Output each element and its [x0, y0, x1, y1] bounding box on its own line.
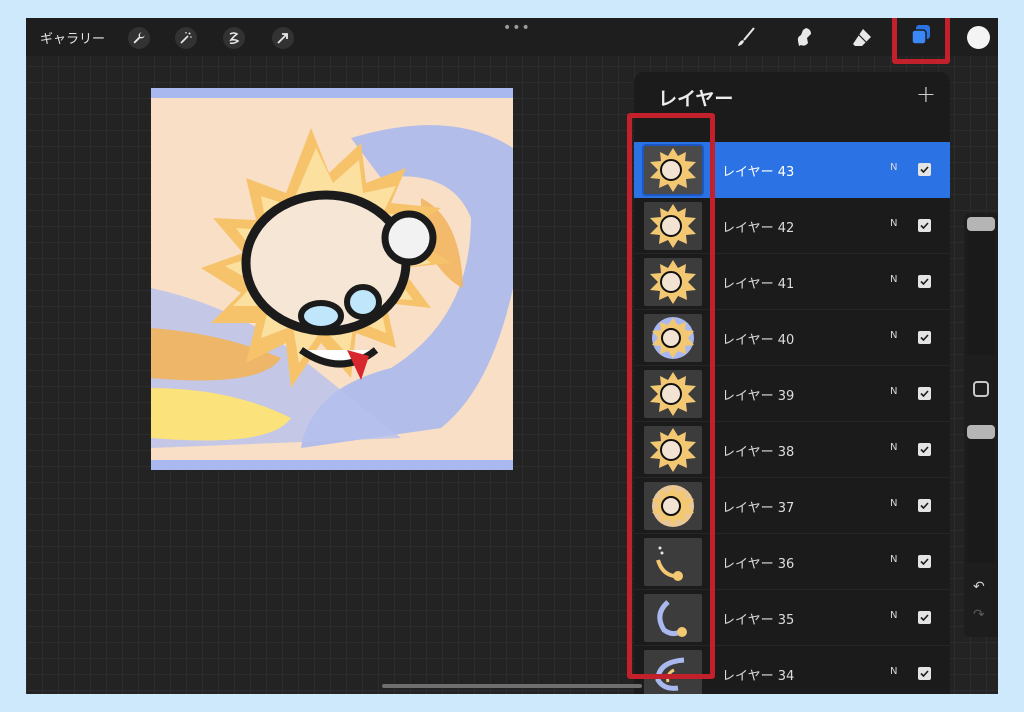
- color-picker-button[interactable]: [967, 26, 990, 49]
- magic-wand-icon[interactable]: [175, 27, 197, 49]
- layer-name: レイヤー 35: [722, 613, 795, 628]
- blend-mode-button[interactable]: N: [890, 330, 897, 341]
- opacity-track[interactable]: [967, 433, 995, 563]
- visibility-checkbox[interactable]: [918, 667, 931, 680]
- opacity-slider[interactable]: [967, 425, 995, 439]
- visibility-checkbox[interactable]: [918, 443, 931, 456]
- redo-icon[interactable]: ↷: [973, 607, 985, 623]
- blend-mode-button[interactable]: N: [890, 386, 897, 397]
- brush-size-slider[interactable]: [967, 217, 995, 231]
- layer-name: レイヤー 38: [722, 445, 795, 460]
- visibility-checkbox[interactable]: [918, 387, 931, 400]
- artwork-image: [151, 88, 513, 470]
- transform-arrow-icon[interactable]: [272, 27, 294, 49]
- layer-name: レイヤー 34: [722, 669, 795, 684]
- add-layer-button[interactable]: +: [916, 80, 936, 108]
- visibility-checkbox[interactable]: [918, 275, 931, 288]
- layer-name: レイヤー 42: [722, 221, 795, 236]
- panel-title: レイヤー: [658, 88, 734, 110]
- blend-mode-button[interactable]: N: [890, 162, 897, 173]
- undo-icon[interactable]: ↶: [973, 579, 985, 595]
- thumbnail-highlight: [627, 113, 715, 679]
- blend-mode-button[interactable]: N: [890, 666, 897, 677]
- visibility-checkbox[interactable]: [918, 611, 931, 624]
- sidebar: ↶ ↷: [964, 213, 998, 637]
- brush-icon[interactable]: [733, 24, 759, 50]
- gallery-button[interactable]: ギャラリー: [40, 28, 105, 47]
- layer-name: レイヤー 37: [722, 501, 795, 516]
- top-toolbar: ギャラリー •••: [26, 18, 998, 64]
- brush-size-track[interactable]: [967, 223, 995, 355]
- layer-name: レイヤー 36: [722, 557, 795, 572]
- visibility-checkbox[interactable]: [918, 555, 931, 568]
- blend-mode-button[interactable]: N: [890, 442, 897, 453]
- layer-name: レイヤー 40: [722, 333, 795, 348]
- layer-name: レイヤー 43: [722, 165, 795, 180]
- visibility-checkbox[interactable]: [918, 331, 931, 344]
- modify-button[interactable]: [973, 381, 989, 397]
- smudge-icon[interactable]: [791, 24, 817, 50]
- blend-mode-button[interactable]: N: [890, 498, 897, 509]
- more-handle[interactable]: •••: [503, 20, 531, 36]
- wrench-icon[interactable]: [128, 27, 150, 49]
- selection-icon[interactable]: [223, 27, 245, 49]
- blend-mode-button[interactable]: N: [890, 218, 897, 229]
- blend-mode-button[interactable]: N: [890, 610, 897, 621]
- blend-mode-button[interactable]: N: [890, 274, 897, 285]
- visibility-checkbox[interactable]: [918, 163, 931, 176]
- home-indicator: [382, 684, 642, 688]
- canvas-artwork[interactable]: [151, 88, 513, 470]
- visibility-checkbox[interactable]: [918, 499, 931, 512]
- layer-name: レイヤー 41: [722, 277, 795, 292]
- layers-icon[interactable]: [909, 23, 933, 51]
- visibility-checkbox[interactable]: [918, 219, 931, 232]
- blend-mode-button[interactable]: N: [890, 554, 897, 565]
- procreate-screen: ギャラリー ••• ↶ ↷ レイヤー + レイヤー 43 N レイヤー 42 N…: [26, 18, 998, 694]
- eraser-icon[interactable]: [849, 24, 875, 50]
- layer-name: レイヤー 39: [722, 389, 795, 404]
- layers-button-highlight: [892, 18, 950, 64]
